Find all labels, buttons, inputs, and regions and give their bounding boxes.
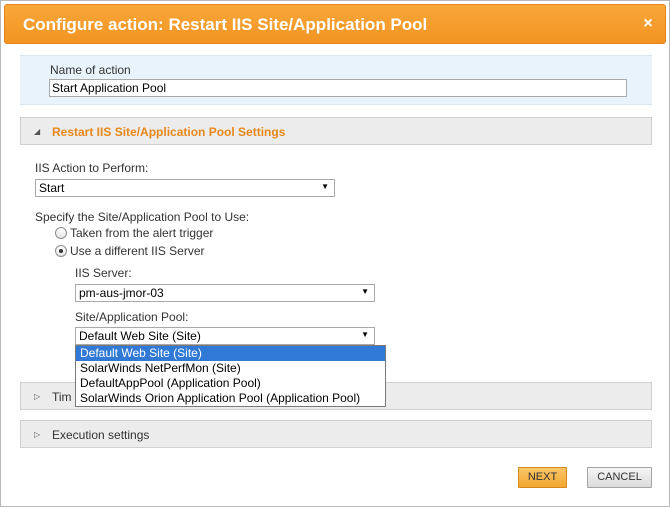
execution-section-header[interactable]: ▷ Execution settings	[20, 420, 652, 448]
triangle-down-icon: ◢	[34, 127, 41, 136]
dropdown-option[interactable]: SolarWinds NetPerfMon (Site)	[76, 361, 385, 376]
radio-alert-trigger-icon	[55, 227, 67, 239]
site-pool-select[interactable]: Default Web Site (Site) ▼	[75, 327, 375, 345]
settings-section-title: Restart IIS Site/Application Pool Settin…	[52, 125, 286, 139]
site-pool-value: Default Web Site (Site)	[79, 329, 201, 343]
dialog-title: Configure action: Restart IIS Site/Appli…	[23, 15, 428, 34]
dropdown-option[interactable]: Default Web Site (Site)	[76, 346, 385, 361]
chevron-down-icon: ▼	[321, 182, 329, 191]
radio-different-server[interactable]: Use a different IIS Server	[55, 244, 205, 258]
next-button[interactable]: NEXT	[518, 467, 567, 488]
iis-server-value: pm-aus-jmor-03	[79, 286, 164, 300]
iis-action-select[interactable]: Start ▼	[35, 179, 335, 197]
dialog-title-bar: Configure action: Restart IIS Site/Appli…	[4, 4, 666, 44]
iis-action-label: IIS Action to Perform:	[35, 161, 149, 175]
dropdown-option[interactable]: DefaultAppPool (Application Pool)	[76, 376, 385, 391]
site-pool-source-label: Specify the Site/Application Pool to Use…	[35, 210, 250, 224]
radio-different-server-icon	[55, 245, 67, 257]
name-of-action-input[interactable]	[49, 79, 627, 97]
iis-server-select[interactable]: pm-aus-jmor-03 ▼	[75, 284, 375, 302]
name-of-action-panel: Name of action	[20, 55, 652, 105]
radio-alert-trigger-label: Taken from the alert trigger	[70, 226, 214, 240]
execution-section-title: Execution settings	[52, 428, 150, 442]
triangle-right-icon: ▷	[34, 430, 41, 439]
iis-action-value: Start	[39, 181, 65, 195]
triangle-right-icon: ▷	[34, 392, 41, 401]
site-pool-dropdown-list: Default Web Site (Site) SolarWinds NetPe…	[75, 345, 386, 407]
chevron-down-icon: ▼	[361, 287, 369, 296]
chevron-down-icon: ▼	[361, 330, 369, 339]
site-pool-label: Site/Application Pool:	[75, 310, 189, 324]
timing-section-title: Tim	[52, 390, 72, 404]
name-of-action-label: Name of action	[50, 63, 131, 77]
iis-server-label: IIS Server:	[75, 266, 132, 280]
dropdown-option[interactable]: SolarWinds Orion Application Pool (Appli…	[76, 391, 385, 406]
configure-action-dialog: Configure action: Restart IIS Site/Appli…	[0, 0, 670, 507]
radio-different-server-label: Use a different IIS Server	[70, 244, 205, 258]
close-icon[interactable]: ×	[641, 16, 655, 32]
settings-section-header[interactable]: ◢ Restart IIS Site/Application Pool Sett…	[20, 117, 652, 145]
radio-alert-trigger[interactable]: Taken from the alert trigger	[55, 226, 213, 240]
cancel-button[interactable]: CANCEL	[587, 467, 652, 488]
